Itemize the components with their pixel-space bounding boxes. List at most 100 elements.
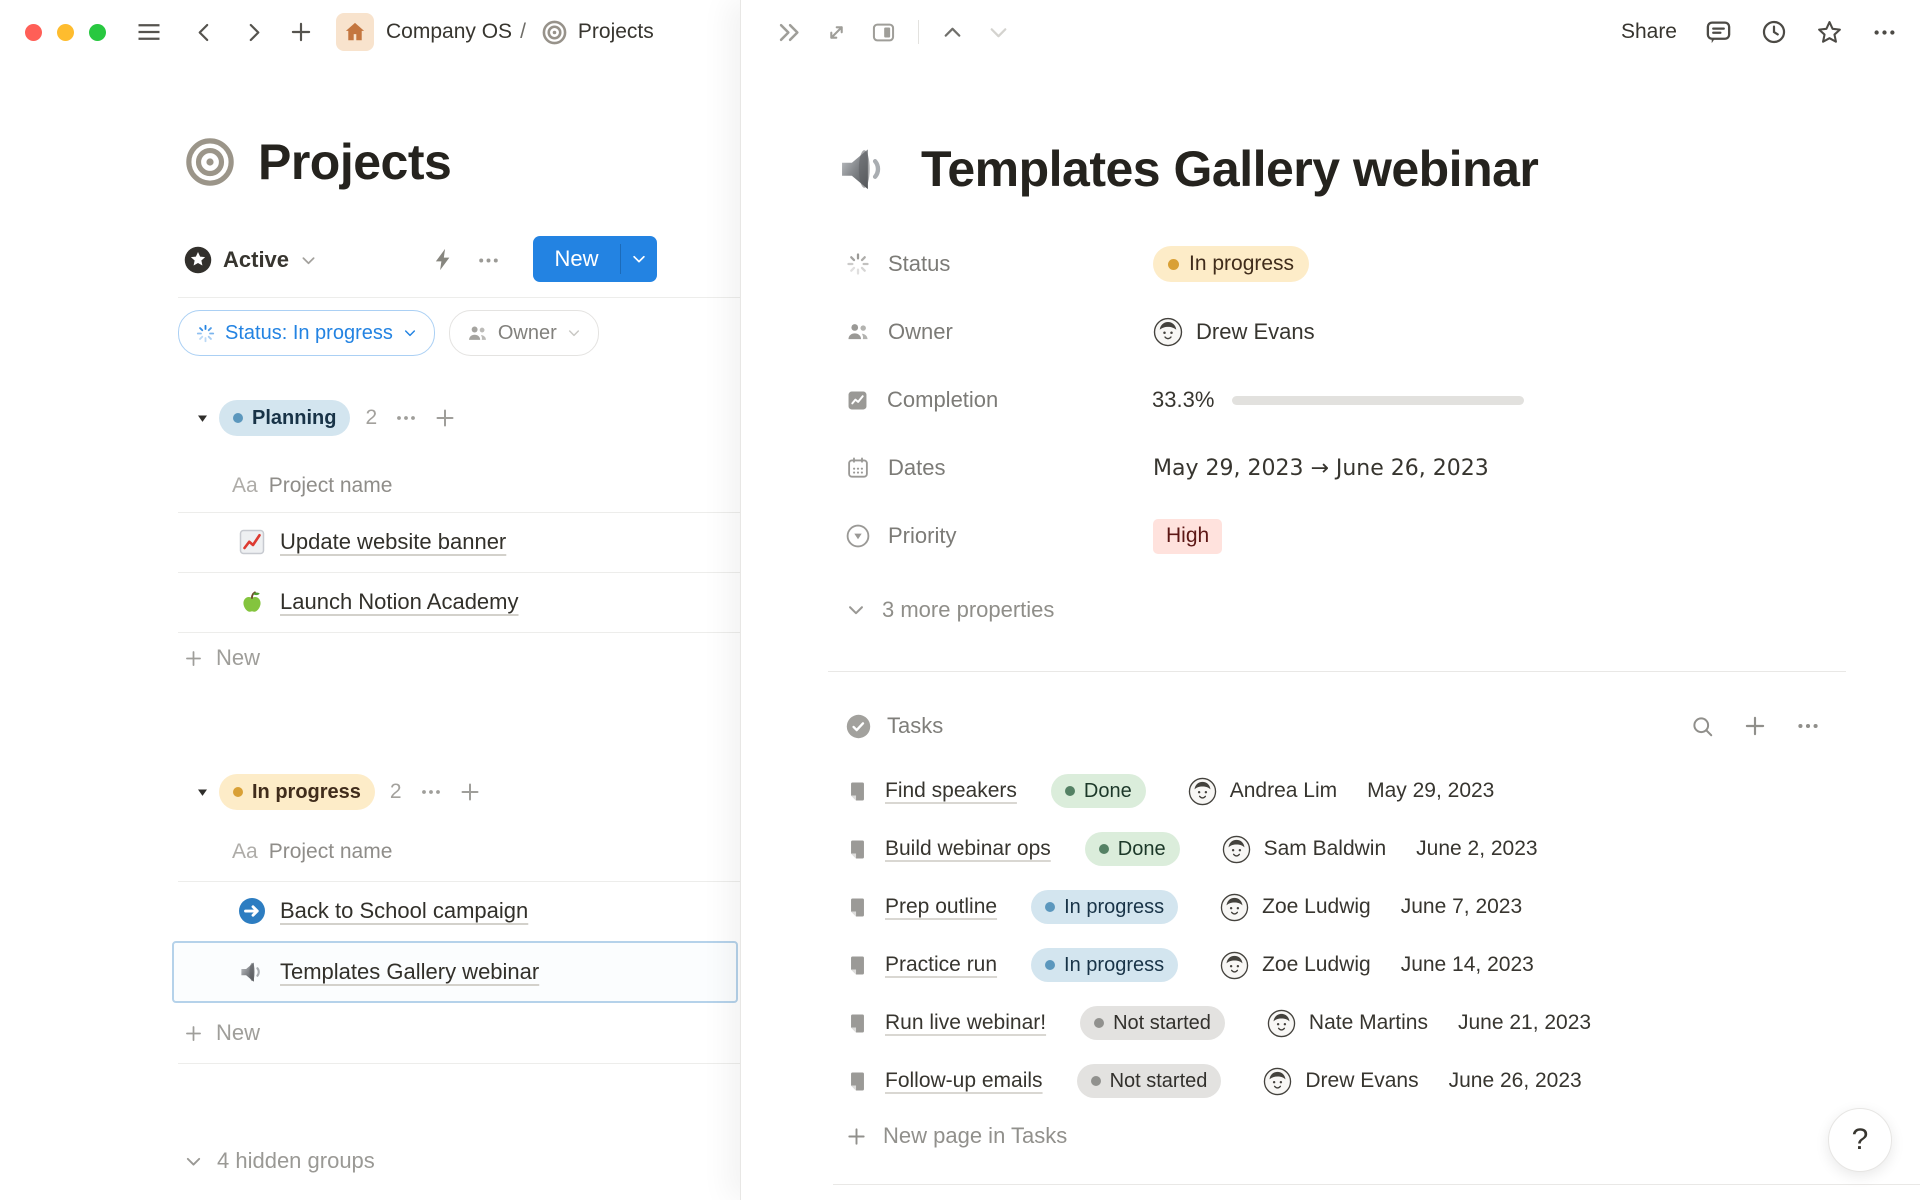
window-close-button[interactable] <box>25 24 42 41</box>
property-row-owner[interactable]: Owner Drew Evans <box>845 304 1524 360</box>
task-row[interactable]: Run live webinar! Not started Nate Marti… <box>845 994 1591 1052</box>
add-task-icon[interactable] <box>1742 713 1768 739</box>
task-status-tag[interactable]: Not started <box>1080 1006 1225 1040</box>
nav-forward-icon[interactable] <box>241 20 266 45</box>
project-row-launch-notion-academy[interactable]: Launch Notion Academy <box>178 572 740 632</box>
close-peek-icon[interactable] <box>776 19 803 46</box>
column-header[interactable]: Aa Project name <box>232 462 392 510</box>
group-add-icon[interactable] <box>458 780 482 804</box>
plus-icon <box>183 648 204 669</box>
group-options-icon[interactable] <box>419 780 443 804</box>
more-options-icon[interactable] <box>1871 19 1898 46</box>
task-status-tag[interactable]: In progress <box>1031 890 1178 924</box>
window-minimize-button[interactable] <box>57 24 74 41</box>
expand-page-icon[interactable] <box>824 20 849 45</box>
search-icon[interactable] <box>1690 714 1715 739</box>
tag-dot <box>1045 960 1055 970</box>
group-collapse-triangle-icon[interactable] <box>195 411 210 426</box>
group-options-icon[interactable] <box>394 406 418 430</box>
hidden-groups-toggle[interactable]: 4 hidden groups <box>183 1136 375 1186</box>
column-header[interactable]: Aa Project name <box>232 828 392 876</box>
task-row[interactable]: Follow-up emails Not started Drew Evans … <box>845 1052 1591 1110</box>
priority-value-tag[interactable]: High <box>1153 519 1222 554</box>
new-row-planning[interactable]: New <box>183 632 260 684</box>
new-button-label[interactable]: New <box>533 246 620 272</box>
task-status-tag[interactable]: Done <box>1085 832 1180 866</box>
property-row-priority[interactable]: Priority High <box>845 508 1524 564</box>
task-row[interactable]: Prep outline In progress Zoe Ludwig June… <box>845 878 1591 936</box>
breadcrumb-page[interactable]: Projects <box>578 20 654 44</box>
property-row-status[interactable]: Status In progress <box>845 236 1524 292</box>
view-tab-label: Active <box>223 247 289 273</box>
task-title-link[interactable]: Practice run <box>885 953 997 977</box>
home-breadcrumb-badge[interactable] <box>336 13 374 51</box>
task-title-link[interactable]: Build webinar ops <box>885 837 1051 861</box>
window-zoom-button[interactable] <box>89 24 106 41</box>
project-title-link[interactable]: Templates Gallery webinar <box>280 959 539 985</box>
page-icon <box>845 895 870 920</box>
nav-back-icon[interactable] <box>192 20 217 45</box>
new-row-in-progress[interactable]: New <box>183 1007 260 1059</box>
task-title-link[interactable]: Find speakers <box>885 779 1017 803</box>
new-row-label: New <box>216 1020 260 1046</box>
status-value-tag[interactable]: In progress <box>1153 246 1309 282</box>
project-title-link[interactable]: Back to School campaign <box>280 898 528 924</box>
plus-icon <box>845 1125 868 1148</box>
group-tag-planning[interactable]: Planning <box>219 400 350 436</box>
task-row[interactable]: Build webinar ops Done Sam Baldwin June … <box>845 820 1591 878</box>
new-row-label: New <box>216 645 260 671</box>
new-tab-icon[interactable] <box>288 19 314 45</box>
new-button-dropdown[interactable] <box>620 244 657 274</box>
project-row-templates-gallery-webinar-selected[interactable]: Templates Gallery webinar <box>172 941 738 1003</box>
project-title-link[interactable]: Launch Notion Academy <box>280 589 519 615</box>
sidebar-menu-icon[interactable] <box>135 18 163 46</box>
task-title-link[interactable]: Run live webinar! <box>885 1011 1046 1035</box>
comments-icon[interactable] <box>1704 18 1733 47</box>
help-button[interactable]: ? <box>1828 1108 1892 1172</box>
breadcrumb-workspace[interactable]: Company OS/ <box>386 20 526 44</box>
tasks-options-icon[interactable] <box>1795 713 1821 739</box>
new-page-in-tasks[interactable]: New page in Tasks <box>845 1110 1067 1162</box>
next-page-icon[interactable] <box>986 20 1011 45</box>
breadcrumb-separator: / <box>520 20 526 43</box>
group-header-in-progress: In progress 2 <box>195 770 482 814</box>
speaker-emoji-icon-large[interactable] <box>833 138 895 200</box>
filter-chip-owner[interactable]: Owner <box>449 310 599 356</box>
group-add-icon[interactable] <box>433 406 457 430</box>
side-peek-mode-icon[interactable] <box>870 19 897 46</box>
share-button[interactable]: Share <box>1621 20 1677 44</box>
filter-chip-status[interactable]: Status: In progress <box>178 310 435 356</box>
project-row-update-website-banner[interactable]: Update website banner <box>178 512 740 572</box>
updates-clock-icon[interactable] <box>1760 18 1788 46</box>
more-properties-toggle[interactable]: 3 more properties <box>845 586 1054 634</box>
task-date: June 21, 2023 <box>1458 1011 1591 1035</box>
view-star-icon <box>183 245 213 275</box>
project-row-back-to-school[interactable]: Back to School campaign <box>178 881 740 941</box>
tasks-title[interactable]: Tasks <box>887 713 943 739</box>
tag-dot <box>1065 786 1075 796</box>
property-row-dates[interactable]: Dates May 29, 2023 → June 26, 2023 <box>845 440 1524 496</box>
view-options-icon[interactable] <box>476 248 501 273</box>
page-title[interactable]: Templates Gallery webinar <box>921 140 1538 198</box>
filter-chip-owner-label: Owner <box>498 322 557 345</box>
group-tag-label: Planning <box>252 407 336 430</box>
project-title-link[interactable]: Update website banner <box>280 529 506 555</box>
new-button[interactable]: New <box>533 236 657 282</box>
task-status-tag[interactable]: Done <box>1051 774 1146 808</box>
group-tag-in-progress[interactable]: In progress <box>219 774 375 810</box>
dates-value: May 29, 2023 → June 26, 2023 <box>1153 456 1489 481</box>
task-title-link[interactable]: Follow-up emails <box>885 1069 1043 1093</box>
prev-page-icon[interactable] <box>940 20 965 45</box>
automations-bolt-icon[interactable] <box>430 246 457 273</box>
group-collapse-triangle-icon[interactable] <box>195 785 210 800</box>
property-row-completion[interactable]: Completion 33.3% <box>845 372 1524 428</box>
favorite-star-icon[interactable] <box>1815 18 1844 47</box>
task-row[interactable]: Find speakers Done Andrea Lim May 29, 20… <box>845 762 1591 820</box>
task-status-tag[interactable]: Not started <box>1077 1064 1222 1098</box>
task-title-link[interactable]: Prep outline <box>885 895 997 919</box>
chart-increasing-emoji-icon <box>237 527 267 557</box>
view-tab-active[interactable]: Active <box>183 236 318 284</box>
status-spinner-icon <box>195 323 216 344</box>
task-row[interactable]: Practice run In progress Zoe Ludwig June… <box>845 936 1591 994</box>
task-status-tag[interactable]: In progress <box>1031 948 1178 982</box>
